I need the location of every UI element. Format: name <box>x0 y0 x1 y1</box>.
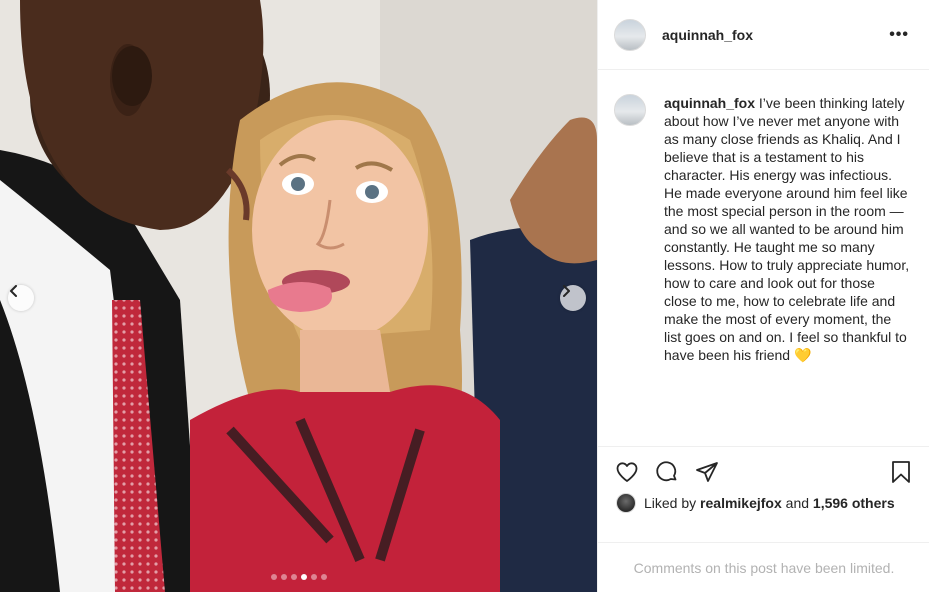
likes-count[interactable]: 1,596 others <box>813 495 895 511</box>
comments-limited-text: Comments on this post have been limited. <box>633 559 895 576</box>
comment-button[interactable] <box>652 457 682 487</box>
caption-username[interactable]: aquinnah_fox <box>664 95 755 111</box>
comments-limited-notice: Comments on this post have been limited. <box>598 542 929 592</box>
carousel-dot <box>290 574 297 580</box>
heart-icon <box>616 461 638 482</box>
liker-avatar[interactable] <box>616 493 636 513</box>
save-button[interactable] <box>886 457 916 487</box>
caption: aquinnah_fox I’ve been thinking lately a… <box>664 94 910 364</box>
photo-illustration <box>0 0 597 592</box>
comment-icon <box>656 460 677 481</box>
like-button[interactable] <box>612 457 642 487</box>
chevron-left-icon <box>10 285 17 297</box>
liker-username[interactable]: realmikejfox <box>700 495 782 511</box>
post-header: aquinnah_fox ••• <box>598 0 929 70</box>
bookmark-icon <box>892 460 910 483</box>
carousel-dot <box>280 574 287 580</box>
carousel-dot <box>310 574 317 580</box>
carousel-dot <box>320 574 327 580</box>
share-icon <box>696 461 718 482</box>
carousel-prev-button[interactable] <box>8 285 34 311</box>
carousel-dot <box>300 574 307 580</box>
caption-avatar[interactable] <box>614 94 646 126</box>
post-detail-panel: aquinnah_fox ••• aquinnah_fox I’ve been … <box>597 0 929 592</box>
caption-body: I’ve been thinking lately about how I’ve… <box>664 95 910 363</box>
chevron-right-icon <box>563 285 570 297</box>
carousel-indicator <box>0 574 597 580</box>
likes-summary: Liked by realmikejfox and 1,596 others <box>616 492 895 514</box>
more-options-button[interactable]: ••• <box>885 22 913 48</box>
carousel-dot <box>270 574 277 580</box>
share-button[interactable] <box>692 457 722 487</box>
likes-prefix: Liked by <box>644 495 697 511</box>
likes-middle: and <box>785 495 810 511</box>
author-avatar[interactable] <box>614 18 646 51</box>
post-photo <box>0 0 597 592</box>
author-username[interactable]: aquinnah_fox <box>662 27 753 43</box>
carousel-next-button[interactable] <box>560 285 586 311</box>
more-horizontal-icon: ••• <box>889 25 909 43</box>
caption-section: aquinnah_fox I’ve been thinking lately a… <box>598 70 929 446</box>
post-actions <box>598 446 929 496</box>
